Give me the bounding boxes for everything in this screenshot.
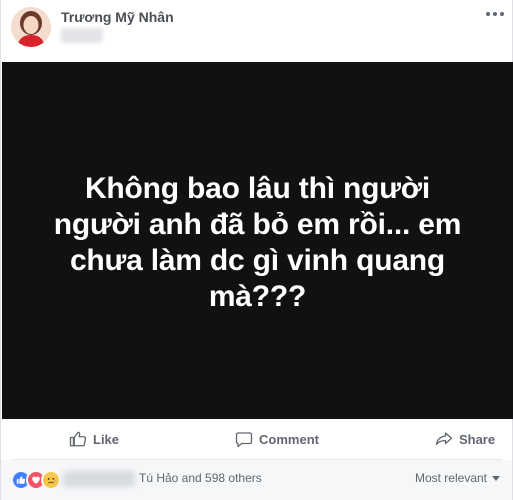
post-header: Trương Mỹ Nhân [1, 0, 512, 62]
avatar-image [11, 7, 51, 47]
post-meta-blurred [61, 28, 103, 43]
post-image[interactable]: Không bao lâu thì người người anh đã bỏ … [2, 62, 513, 419]
share-button[interactable]: Share [377, 430, 513, 448]
comment-icon [235, 432, 253, 448]
like-button[interactable]: Like [11, 430, 177, 448]
thumbs-up-icon [69, 431, 87, 447]
sort-dropdown[interactable]: Most relevant [415, 471, 500, 485]
author-name[interactable]: Trương Mỹ Nhân [61, 9, 174, 25]
reactor-names-blurred [63, 471, 135, 487]
comment-button[interactable]: Comment [177, 430, 377, 448]
share-icon [435, 432, 453, 445]
reaction-summary[interactable]: Tú Hảo and 598 others [139, 471, 262, 485]
avatar[interactable] [11, 7, 51, 47]
reaction-icons[interactable] [11, 470, 61, 490]
comment-label: Comment [259, 431, 319, 447]
post-card: Trương Mỹ Nhân Không bao lâu thì người n… [0, 0, 513, 500]
more-options-icon[interactable] [486, 8, 504, 20]
sad-icon [41, 470, 61, 490]
post-actions: Like Comment Share [11, 419, 502, 459]
post-image-text: Không bao lâu thì người người anh đã bỏ … [53, 171, 462, 313]
like-label: Like [93, 431, 120, 447]
share-label: Share [458, 431, 496, 447]
sort-label: Most relevant [414, 471, 487, 485]
reactions-bar: Tú Hảo and 598 others Most relevant [1, 460, 512, 500]
chevron-down-icon [492, 475, 500, 481]
